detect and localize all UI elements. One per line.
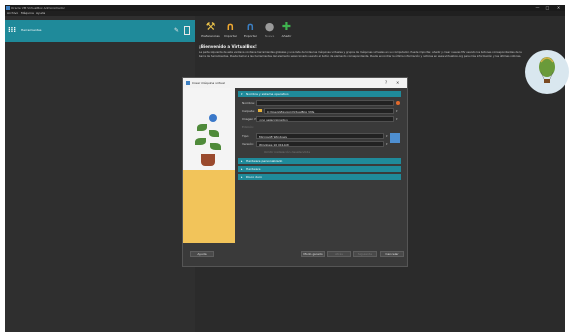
chevron-right-icon: ▸ xyxy=(241,167,243,171)
chevron-down-icon[interactable]: ▾ xyxy=(396,108,398,114)
folder-input[interactable]: C:\Users\Equipo\VirtualBox VMs xyxy=(264,108,394,114)
name-label: Nombre: xyxy=(242,101,255,105)
dialog-titlebar: Crear máquina virtual ? ✕ xyxy=(183,78,407,88)
dialog-help-button[interactable]: ? xyxy=(385,78,387,88)
new-button[interactable]: ● Nueva xyxy=(261,20,278,42)
welcome-text: La parte izquierda de esta ventana conti… xyxy=(199,51,522,58)
add-button[interactable]: ✚ Añadir xyxy=(278,20,295,42)
add-icon: ✚ xyxy=(281,20,292,33)
section-hardware[interactable]: ▸ Hardware xyxy=(238,166,401,172)
dialog-button-bar: Ayuda Modo guiado Atrás Siguiente Cancel… xyxy=(183,251,407,261)
section-hard-disk[interactable]: ▸ Disco duro xyxy=(238,174,401,180)
plant-pot xyxy=(201,154,215,166)
section-label: Hardware personalizado xyxy=(246,159,283,163)
dialog-content: ▾ Nombre y sistema operativo Nombre: Car… xyxy=(238,91,405,241)
lightbulb-icon xyxy=(209,114,217,122)
menu-list-icon[interactable] xyxy=(184,26,190,35)
version-row: Versión: Windows 10 (64-bit) ▾ xyxy=(238,141,401,147)
balloon-illustration xyxy=(525,50,569,94)
wall-shape xyxy=(183,170,235,243)
pin-icon[interactable]: ✎ xyxy=(174,26,181,35)
virtualbox-logo-icon xyxy=(186,81,190,85)
plant-leaf xyxy=(210,143,221,150)
sidebar: ⁞⁞⁞ Herramientas ✎ xyxy=(5,16,195,332)
desktop-screen: Oracle VM VirtualBox Administrador — □ ✕… xyxy=(5,5,569,332)
guided-mode-button[interactable]: Modo guiado xyxy=(301,251,325,257)
chevron-down-icon[interactable]: ▾ xyxy=(386,141,388,147)
plant-leaf xyxy=(195,138,206,145)
edition-row: Edición: xyxy=(238,124,401,130)
new-icon: ● xyxy=(264,20,275,33)
version-label: Versión: xyxy=(242,142,255,146)
export-icon: ∩ xyxy=(246,20,255,33)
toolbar-label: Añadir xyxy=(281,34,292,38)
next-button[interactable]: Siguiente xyxy=(353,251,377,257)
chevron-right-icon: ▸ xyxy=(241,175,243,179)
help-button[interactable]: Ayuda xyxy=(190,251,214,257)
import-icon: ∩ xyxy=(226,20,235,33)
folder-icon xyxy=(258,109,262,112)
version-select[interactable]: Windows 10 (64-bit) xyxy=(256,141,384,147)
plant-leaf xyxy=(209,130,219,137)
back-button[interactable]: Atrás xyxy=(327,251,351,257)
section-label: Nombre y sistema operativo xyxy=(246,92,289,96)
edition-label: Edición: xyxy=(242,125,254,129)
warning-icon xyxy=(396,101,400,105)
dialog-title: Crear máquina virtual xyxy=(192,81,225,85)
wrench-icon: ⚒ xyxy=(205,20,216,33)
chevron-down-icon: ▾ xyxy=(241,92,243,96)
create-vm-dialog: Crear máquina virtual ? ✕ ▾ Nombre y sis… xyxy=(182,77,408,267)
chevron-right-icon: ▸ xyxy=(241,159,243,163)
preferences-button[interactable]: ⚒ Preferencias xyxy=(201,20,219,42)
iso-select[interactable]: <no seleccionado> xyxy=(256,116,394,122)
section-unattended[interactable]: ▸ Hardware personalizado xyxy=(238,158,401,164)
sidebar-item-label: Herramientas xyxy=(21,28,42,32)
chevron-down-icon[interactable]: ▾ xyxy=(386,133,388,139)
export-button[interactable]: ∩ Exportar xyxy=(242,20,259,42)
import-button[interactable]: ∩ Importar xyxy=(222,20,239,42)
name-input[interactable] xyxy=(256,100,394,106)
iso-row: Imagen ISO: <no seleccionado> ▾ xyxy=(238,116,401,122)
windows-os-icon xyxy=(390,133,400,143)
tools-icon: ⁞⁞⁞ xyxy=(8,26,16,34)
type-label: Tipo: xyxy=(242,134,250,138)
chevron-down-icon[interactable]: ▾ xyxy=(396,116,398,122)
sidebar-item-tools[interactable]: ⁞⁞⁞ Herramientas ✎ xyxy=(5,20,195,42)
folder-label: Carpeta: xyxy=(242,109,255,113)
section-label: Disco duro xyxy=(246,175,262,179)
folder-row: Carpeta: C:\Users\Equipo\VirtualBox VMs … xyxy=(238,108,401,114)
dialog-close-button[interactable]: ✕ xyxy=(396,78,399,88)
unattended-row: Omitir instalación desatendida xyxy=(238,149,401,155)
type-select[interactable]: Microsoft Windows xyxy=(256,133,384,139)
section-name-os[interactable]: ▾ Nombre y sistema operativo xyxy=(238,91,401,97)
welcome-title: ¡Bienvenido a VirtualBox! xyxy=(199,44,257,49)
cancel-button[interactable]: Cancelar xyxy=(380,251,404,257)
plant-leaf xyxy=(197,124,207,131)
wizard-illustration xyxy=(183,88,235,243)
type-row: Tipo: Microsoft Windows ▾ xyxy=(238,133,401,139)
name-row: Nombre: xyxy=(238,100,401,106)
unattended-checkbox-label[interactable]: Omitir instalación desatendida xyxy=(264,149,310,155)
virtualbox-logo-icon xyxy=(6,6,10,10)
section-label: Hardware xyxy=(246,167,261,171)
